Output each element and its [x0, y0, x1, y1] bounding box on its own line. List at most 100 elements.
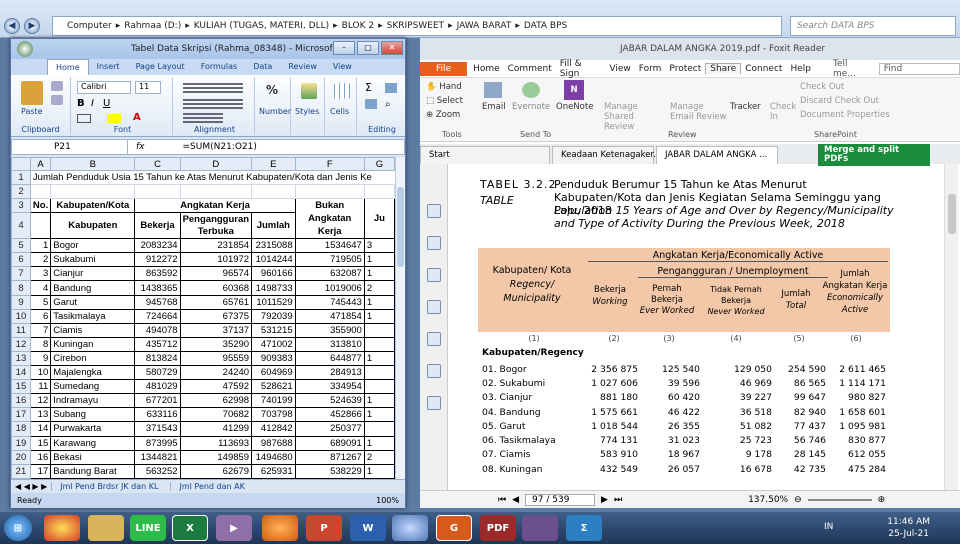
percent-icon[interactable]: % — [266, 83, 278, 97]
cell-bekerja[interactable]: 2083234 — [134, 238, 181, 254]
cell-name[interactable]: Cirebon — [50, 350, 136, 367]
column-header[interactable]: A — [29, 157, 52, 171]
cell-bekerja[interactable]: 481029 — [134, 379, 181, 395]
column-header[interactable]: F — [294, 157, 365, 171]
cell-no[interactable]: 12 — [29, 393, 52, 409]
row-header[interactable]: 6 — [11, 252, 31, 268]
cell-name[interactable]: Indramayu — [50, 393, 136, 409]
row-header[interactable]: 4 — [11, 212, 31, 240]
cell[interactable] — [50, 184, 136, 200]
zoom-tool[interactable]: ⊕ Zoom — [426, 110, 460, 120]
page-number-input[interactable]: 97 / 539 — [525, 493, 596, 506]
cell-jumlah[interactable]: 471002 — [251, 336, 296, 352]
cell-ju[interactable]: 2 — [363, 280, 395, 296]
cell[interactable] — [251, 184, 296, 200]
italic-icon[interactable]: I — [91, 98, 94, 109]
cell-no[interactable]: 3 — [29, 266, 52, 282]
cell-bekerja[interactable]: 563252 — [134, 463, 181, 479]
cell-name[interactable]: Ciamis — [50, 322, 136, 338]
cell-jumlah[interactable]: 412842 — [251, 421, 296, 437]
manage-shared-review[interactable]: Manage Shared Review — [604, 102, 664, 132]
cell-jumlah[interactable]: 1014244 — [251, 252, 296, 268]
scroll-thumb[interactable] — [397, 187, 404, 267]
cell-jumlah[interactable]: 792039 — [251, 308, 296, 324]
back-icon[interactable]: ◀ — [4, 18, 20, 34]
row-header[interactable]: 12 — [11, 336, 31, 352]
find-input[interactable]: Find — [878, 62, 960, 75]
font-size-select[interactable]: 11 — [135, 81, 161, 94]
merge-pdf-banner[interactable]: Merge and split PDFs — [818, 144, 930, 166]
row-header[interactable]: 15 — [11, 379, 31, 395]
cell-pengangguran[interactable]: 65761 — [179, 294, 253, 310]
cell-bukan[interactable]: 471854 — [294, 308, 365, 324]
cell[interactable] — [29, 212, 52, 240]
foxit-icon[interactable]: G — [436, 515, 472, 541]
vertical-scrollbar[interactable] — [395, 157, 405, 479]
row-header[interactable]: 14 — [11, 365, 31, 381]
fx-icon[interactable]: fx — [128, 142, 145, 152]
select-all[interactable] — [11, 157, 31, 171]
last-page-icon[interactable]: ⏭ — [614, 495, 622, 505]
cell-jumlah[interactable]: 528621 — [251, 379, 296, 395]
cell-bukan[interactable]: 719505 — [294, 252, 365, 268]
paste-button[interactable]: Paste — [21, 107, 43, 116]
row-header[interactable]: 16 — [11, 393, 31, 409]
cell-ju[interactable] — [363, 322, 395, 338]
cell-bukan[interactable]: 524639 — [294, 393, 365, 409]
cell-name[interactable]: Karawang — [50, 435, 136, 451]
cell-ju[interactable] — [363, 379, 395, 395]
line-icon[interactable]: LINE — [130, 515, 166, 541]
header-kabupaten[interactable]: Kabupaten — [50, 212, 136, 240]
cell-ju[interactable]: 1 — [363, 294, 395, 310]
manage-email-review[interactable]: Manage Email Review — [670, 102, 730, 122]
cell-ju[interactable]: 3 — [363, 238, 395, 254]
cell-ju[interactable]: 1 — [363, 252, 395, 268]
breadcrumb-kuliah[interactable]: KULIAH (TUGAS, MATERI, DLL) — [194, 21, 329, 31]
row-header[interactable]: 19 — [11, 435, 31, 451]
cell-bukan[interactable]: 250377 — [294, 421, 365, 437]
cell-name[interactable]: Cianjur — [50, 266, 136, 282]
cell-bukan[interactable]: 644877 — [294, 350, 365, 367]
maximize-icon[interactable]: □ — [357, 41, 379, 55]
cell-jumlah[interactable]: 960166 — [251, 266, 296, 282]
minimize-icon[interactable]: – — [333, 41, 355, 55]
border-icon[interactable] — [77, 114, 91, 123]
cell-bukan[interactable]: 871267 — [294, 449, 365, 465]
cell-no[interactable]: 11 — [29, 379, 52, 395]
cell-bekerja[interactable]: 945768 — [134, 294, 181, 310]
cell-no[interactable]: 14 — [29, 421, 52, 437]
cell-name[interactable]: Majalengka — [50, 365, 136, 381]
cell-name[interactable]: Bekasi — [50, 449, 136, 465]
cell-bukan[interactable]: 538229 — [294, 463, 365, 479]
column-header[interactable]: C — [134, 157, 181, 171]
cell-name[interactable]: Bogor — [50, 238, 136, 254]
cell-jumlah[interactable]: 1498733 — [251, 280, 296, 296]
cell-ju[interactable]: 2 — [363, 449, 395, 465]
menu-share[interactable]: Share — [705, 63, 742, 74]
pages-icon[interactable] — [427, 236, 441, 250]
cell-bukan[interactable]: 355900 — [294, 322, 365, 338]
cell-name[interactable]: Sumedang — [50, 379, 136, 395]
sheet-tab-2[interactable]: Jml Pend dan AK — [170, 482, 252, 491]
pdf-icon[interactable]: PDF — [480, 515, 516, 541]
breadcrumb-jawabarat[interactable]: JAWA BARAT — [457, 21, 512, 31]
tracker-button[interactable]: Tracker — [730, 102, 761, 112]
menu-help[interactable]: Help — [786, 64, 815, 74]
cell[interactable] — [363, 184, 395, 200]
zoom-out-icon[interactable]: ⊖ — [794, 495, 802, 505]
cell-name[interactable]: Bandung — [50, 280, 136, 296]
cell-bekerja[interactable]: 724664 — [134, 308, 181, 324]
cell-ju[interactable]: 1 — [363, 463, 395, 479]
cell-bukan[interactable]: 1534647 — [294, 238, 365, 254]
next-page-icon[interactable]: ▶ — [601, 495, 608, 505]
menu-protect[interactable]: Protect — [665, 64, 705, 74]
onenote-icon[interactable]: N — [564, 80, 584, 100]
row-header[interactable]: 17 — [11, 407, 31, 423]
fill-color-icon[interactable] — [107, 114, 121, 123]
tab-data[interactable]: Data — [245, 59, 280, 75]
menu-connect[interactable]: Connect — [741, 64, 786, 74]
tab-home[interactable]: Home — [47, 59, 89, 75]
row-header[interactable]: 1 — [11, 169, 31, 186]
column-header[interactable]: B — [50, 157, 136, 171]
cell-no[interactable]: 7 — [29, 322, 52, 338]
